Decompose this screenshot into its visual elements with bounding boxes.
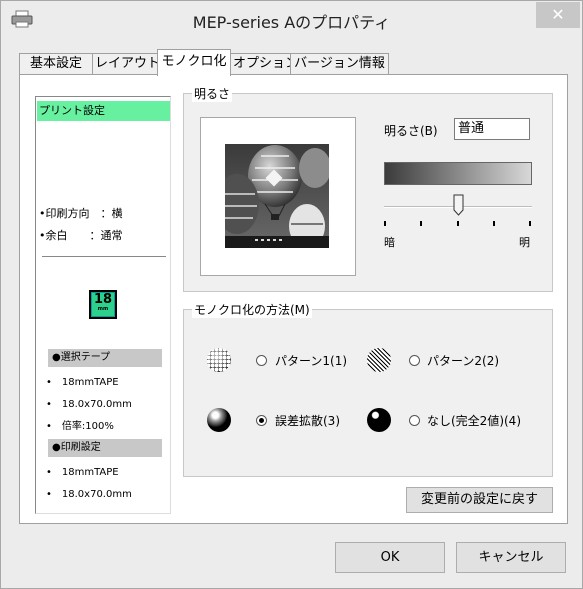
print-settings-item: • 18.0x70.0mm — [46, 489, 132, 500]
selected-tape-heading: ●選択テープ — [48, 349, 162, 367]
restore-defaults-button[interactable]: 変更前の設定に戻す — [406, 487, 553, 513]
binary-label[interactable]: なし(完全2値)(4) — [427, 412, 521, 429]
close-button[interactable]: ✕ — [536, 2, 580, 28]
pattern2-radio[interactable] — [409, 355, 420, 366]
preview-divider — [42, 256, 166, 257]
pattern1-ball-icon — [207, 348, 231, 372]
monochrome-method-group: モノクロ化の方法(M) パターン1(1) パターン2(2) 誤差拡散(3) なし… — [183, 301, 553, 477]
slider-tick — [529, 221, 531, 226]
tape-18mm-icon: 18 mm — [89, 290, 117, 319]
print-settings-heading: ●印刷設定 — [48, 439, 162, 457]
pattern2-label[interactable]: パターン2(2) — [427, 352, 499, 369]
error-diffusion-radio[interactable] — [256, 415, 267, 426]
print-settings-preview: プリント設定 •印刷方向 ：横 •余白 ：通常 18 mm ●選択テープ • 18… — [35, 96, 171, 514]
pattern2-ball-icon — [367, 348, 391, 372]
error-diffusion-label[interactable]: 誤差拡散(3) — [275, 412, 340, 429]
preview-orientation: •印刷方向 ：横 — [39, 207, 123, 220]
balloon-photo — [225, 144, 329, 248]
brightness-gradient-bar — [384, 162, 532, 185]
ok-button[interactable]: OK — [335, 542, 445, 573]
error-diffusion-ball-icon — [207, 408, 231, 432]
tab-monochrome[interactable]: モノクロ化 — [157, 49, 231, 76]
selected-tape-item: • 18.0x70.0mm — [46, 399, 132, 410]
brightness-group-label: 明るさ — [192, 85, 233, 102]
title-bar[interactable]: MEP-series Aのプロパティ ✕ — [1, 1, 582, 37]
slider-tick — [420, 221, 422, 226]
tape-icon-unit: mm — [97, 306, 109, 312]
slider-max-label: 明 — [519, 236, 530, 249]
tab-layout[interactable]: レイアウト — [92, 53, 160, 75]
brightness-field-label: 明るさ(B) — [384, 124, 438, 138]
tab-version-info[interactable]: バージョン情報 — [290, 53, 389, 75]
tape-icon-number: 18 — [93, 292, 113, 307]
brightness-preview-frame — [200, 117, 356, 276]
slider-tick — [384, 221, 386, 226]
monochrome-group-label: モノクロ化の方法(M) — [192, 301, 312, 318]
selected-tape-item: • 18mmTAPE — [46, 377, 119, 388]
preview-margin: •余白 ：通常 — [39, 229, 123, 242]
window-title: MEP-series Aのプロパティ — [192, 13, 391, 32]
brightness-slider-thumb[interactable] — [453, 194, 464, 216]
tab-basic-settings[interactable]: 基本設定 — [19, 53, 93, 75]
tab-panel-monochrome: プリント設定 •印刷方向 ：横 •余白 ：通常 18 mm ●選択テープ • 18… — [19, 74, 568, 524]
slider-tick — [493, 221, 495, 226]
tab-options[interactable]: オプション — [230, 53, 298, 75]
properties-dialog: MEP-series Aのプロパティ ✕ 基本設定 レイアウト モノクロ化 オプ… — [0, 0, 583, 589]
brightness-group: 明るさ 明るさ(B) 普通 暗 明 — [183, 85, 553, 292]
brightness-value-field[interactable]: 普通 — [454, 118, 530, 140]
selected-tape-item: • 倍率:100% — [46, 421, 114, 432]
cancel-button[interactable]: キャンセル — [456, 542, 566, 573]
pattern1-radio[interactable] — [256, 355, 267, 366]
pattern1-label[interactable]: パターン1(1) — [275, 352, 347, 369]
slider-tick — [457, 221, 459, 226]
binary-ball-icon — [367, 408, 391, 432]
print-settings-item: • 18mmTAPE — [46, 467, 119, 478]
slider-min-label: 暗 — [384, 236, 395, 249]
binary-radio[interactable] — [409, 415, 420, 426]
preview-header: プリント設定 — [37, 101, 170, 121]
